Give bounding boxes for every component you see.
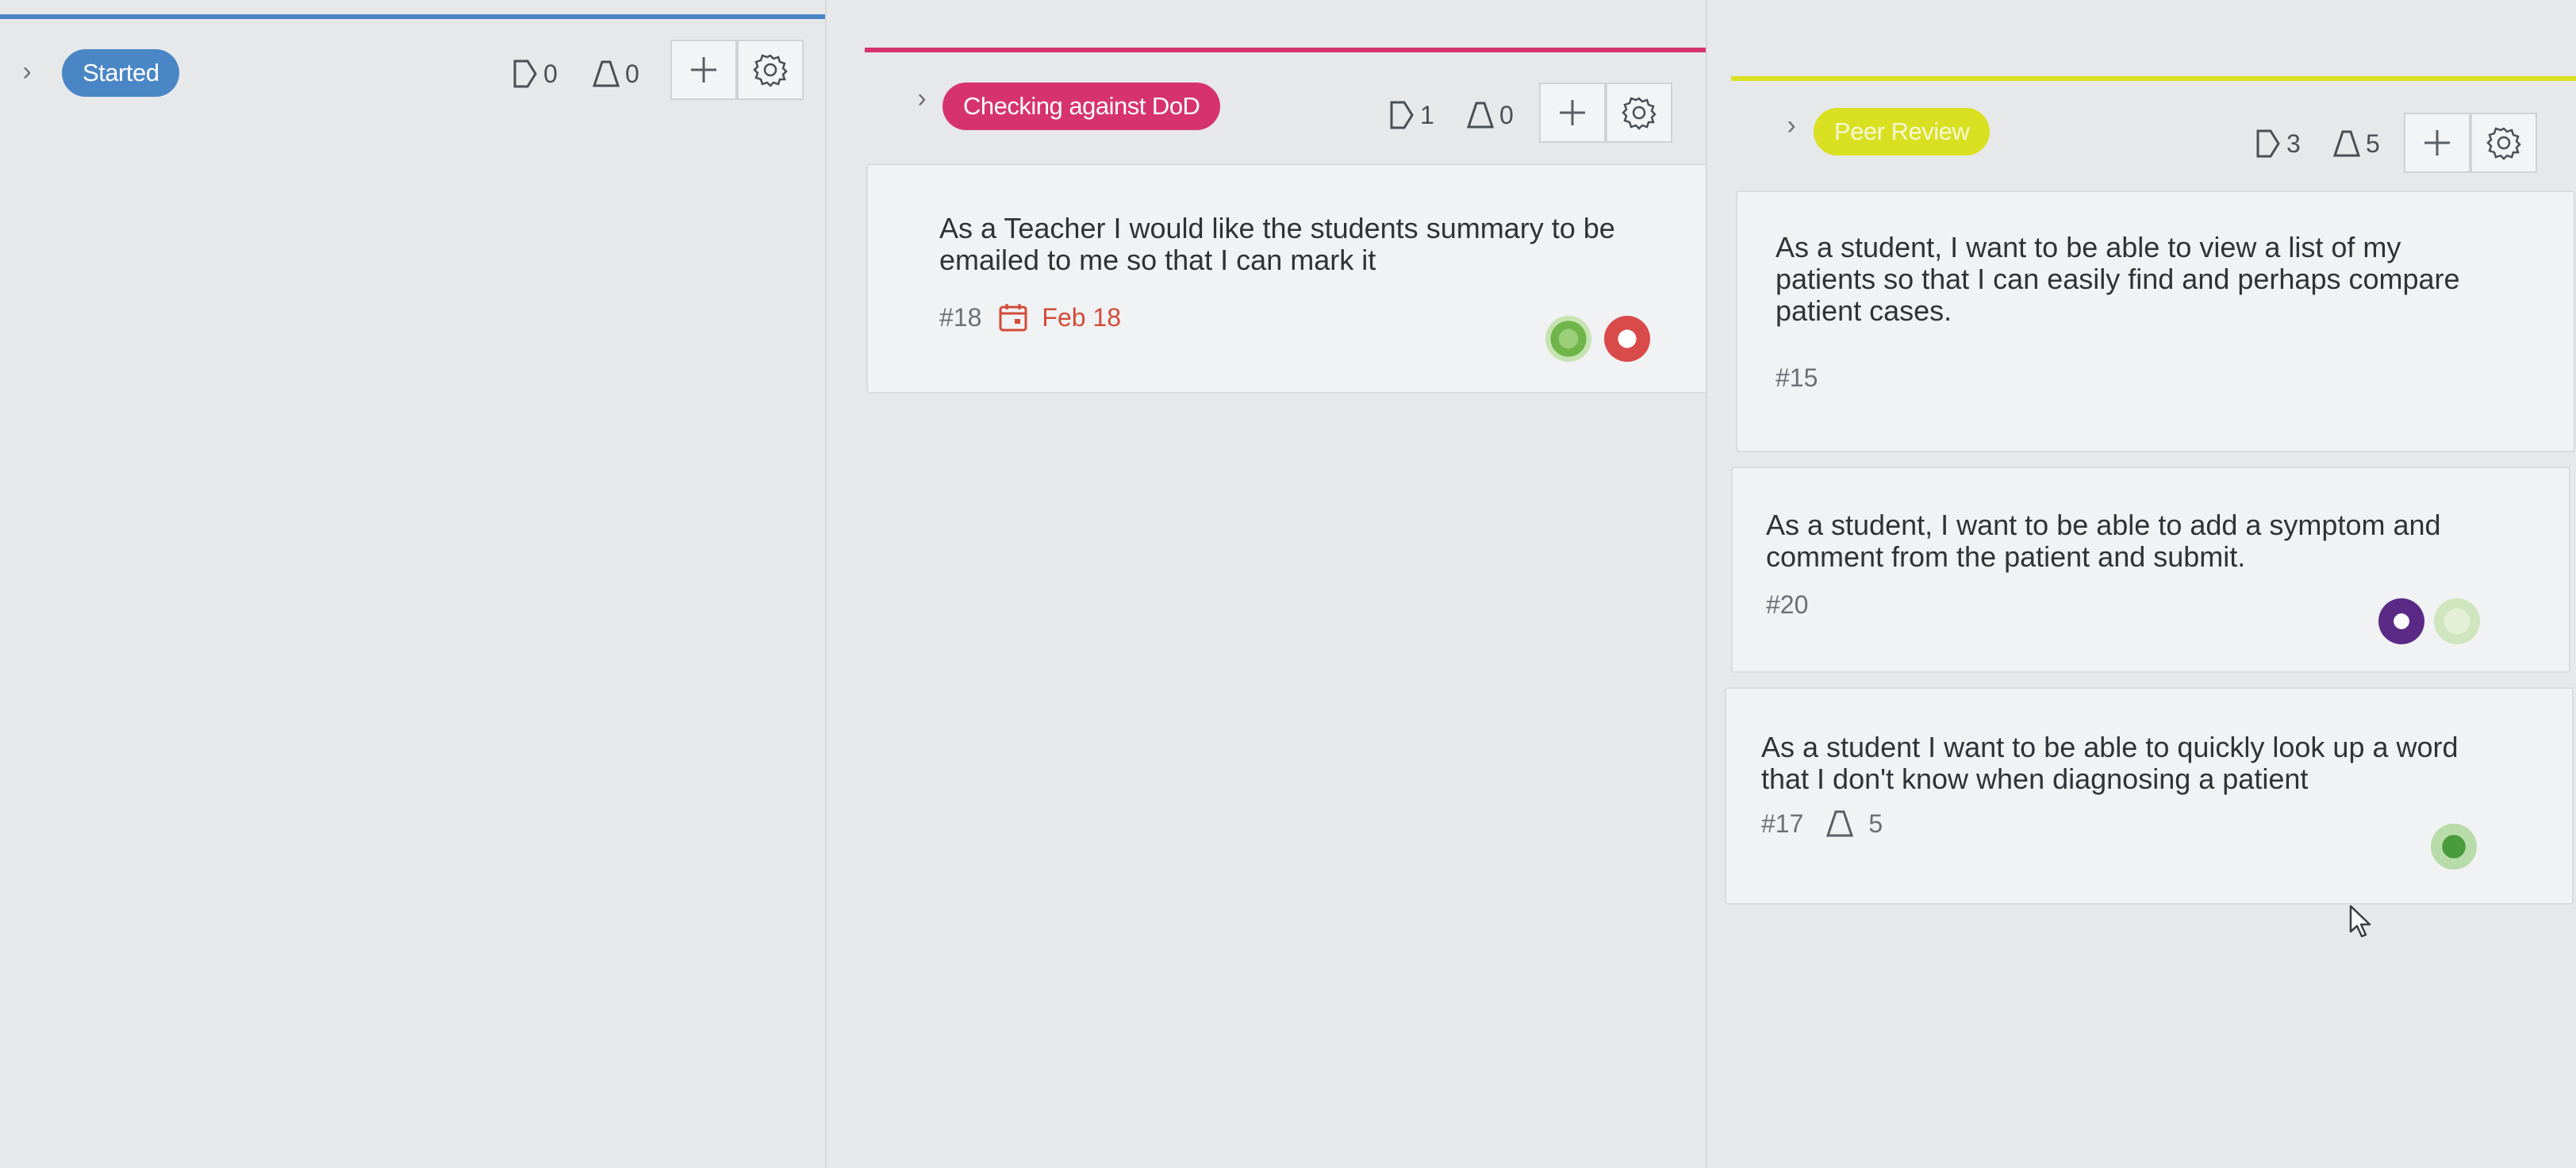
gear-icon bbox=[753, 54, 788, 87]
card-title: As a student, I want to be able to add a… bbox=[1766, 509, 2441, 573]
gear-icon bbox=[2486, 127, 2521, 160]
story-card[interactable]: As a student I want to be able to quickl… bbox=[1725, 687, 2574, 905]
column-accent-bar bbox=[865, 48, 1729, 52]
card-ref: #17 bbox=[1761, 809, 1804, 838]
due-date-label: Feb 18 bbox=[1042, 302, 1122, 332]
task-icon bbox=[2332, 129, 2361, 159]
card-task-count: 5 bbox=[1868, 809, 1883, 838]
card-title: As a student I want to be able to quickl… bbox=[1761, 731, 2459, 795]
column-accent-bar bbox=[1731, 76, 2576, 81]
task-icon bbox=[1825, 809, 1854, 839]
gear-icon bbox=[1622, 97, 1657, 130]
card-meta: #20 bbox=[1766, 587, 1808, 622]
stories-counter: 0 bbox=[512, 54, 570, 94]
column-checking-against-dod: › Checking against DoD 1 0 As a Teacher … bbox=[825, 0, 1729, 1168]
card-ref: #20 bbox=[1766, 590, 1809, 619]
card-title: As a Teacher I would like the students s… bbox=[939, 212, 1615, 276]
tasks-count: 0 bbox=[625, 59, 639, 88]
stories-counter: 1 bbox=[1388, 95, 1447, 135]
green-pattern-avatar[interactable] bbox=[2431, 824, 2477, 870]
card-ref: #15 bbox=[1776, 363, 1818, 392]
chevron-right-icon[interactable]: › bbox=[906, 83, 938, 114]
task-icon bbox=[592, 59, 620, 89]
green-pattern-avatar[interactable] bbox=[1545, 316, 1591, 362]
add-card-button[interactable] bbox=[1539, 83, 1606, 143]
stories-count: 3 bbox=[2286, 129, 2301, 158]
story-icon bbox=[512, 59, 539, 89]
chevron-right-icon[interactable]: › bbox=[1776, 110, 1807, 141]
story-card[interactable]: As a student, I want to be able to add a… bbox=[1731, 467, 2570, 673]
stories-count: 0 bbox=[543, 59, 558, 88]
add-card-button[interactable] bbox=[2404, 113, 2470, 173]
story-card[interactable]: As a Teacher I would like the students s… bbox=[866, 163, 1714, 394]
tasks-counter: 5 bbox=[2332, 124, 2393, 163]
column-settings-button[interactable] bbox=[1606, 83, 1672, 143]
add-card-button[interactable] bbox=[670, 40, 737, 100]
kanban-board: › Started 0 0 › Checking against DoD 1 0… bbox=[0, 0, 2576, 1168]
column-header: › Started 0 0 bbox=[0, 40, 825, 103]
status-pill[interactable]: Checking against DoD bbox=[942, 83, 1221, 130]
card-ref: #18 bbox=[939, 302, 982, 332]
story-icon bbox=[1388, 100, 1415, 130]
column-settings-button[interactable] bbox=[737, 40, 804, 100]
column-header: › Peer Review 3 5 bbox=[1707, 105, 2576, 173]
column-accent-bar bbox=[0, 14, 825, 19]
column-peer-review: › Peer Review 3 5 As a student, I want t… bbox=[1706, 0, 2576, 1168]
tasks-count: 5 bbox=[2366, 129, 2380, 158]
purple-pattern-avatar[interactable] bbox=[2378, 598, 2424, 644]
story-card[interactable]: As a student, I want to be able to view … bbox=[1736, 190, 2575, 452]
red-pattern-avatar[interactable] bbox=[1604, 316, 1650, 362]
stories-counter: 3 bbox=[2255, 124, 2313, 163]
card-meta: #17 5 bbox=[1761, 806, 1883, 841]
column-started: › Started 0 0 bbox=[0, 0, 825, 1168]
column-header: › Checking against DoD 1 0 bbox=[827, 75, 1706, 143]
task-icon bbox=[1466, 100, 1495, 130]
tasks-counter: 0 bbox=[1466, 95, 1526, 135]
tasks-counter: 0 bbox=[592, 54, 652, 94]
status-pill[interactable]: Started bbox=[62, 49, 180, 97]
card-title: As a student, I want to be able to view … bbox=[1776, 231, 2460, 327]
card-meta: #15 bbox=[1776, 360, 1818, 395]
chevron-right-icon[interactable]: › bbox=[11, 56, 43, 87]
light-green-pattern-avatar[interactable] bbox=[2434, 598, 2480, 644]
plus-icon bbox=[691, 57, 716, 83]
plus-icon bbox=[2424, 130, 2450, 156]
stories-count: 1 bbox=[1420, 100, 1434, 129]
status-pill[interactable]: Peer Review bbox=[1814, 108, 1991, 156]
calendar-icon bbox=[999, 304, 1027, 332]
tasks-count: 0 bbox=[1499, 100, 1514, 129]
story-icon bbox=[2255, 129, 2282, 159]
plus-icon bbox=[1560, 100, 1585, 125]
column-settings-button[interactable] bbox=[2470, 113, 2537, 173]
card-meta: #18 Feb 18 bbox=[939, 300, 1121, 335]
due-date[interactable]: Feb 18 bbox=[997, 302, 1121, 333]
mouse-cursor-icon bbox=[2348, 905, 2375, 943]
